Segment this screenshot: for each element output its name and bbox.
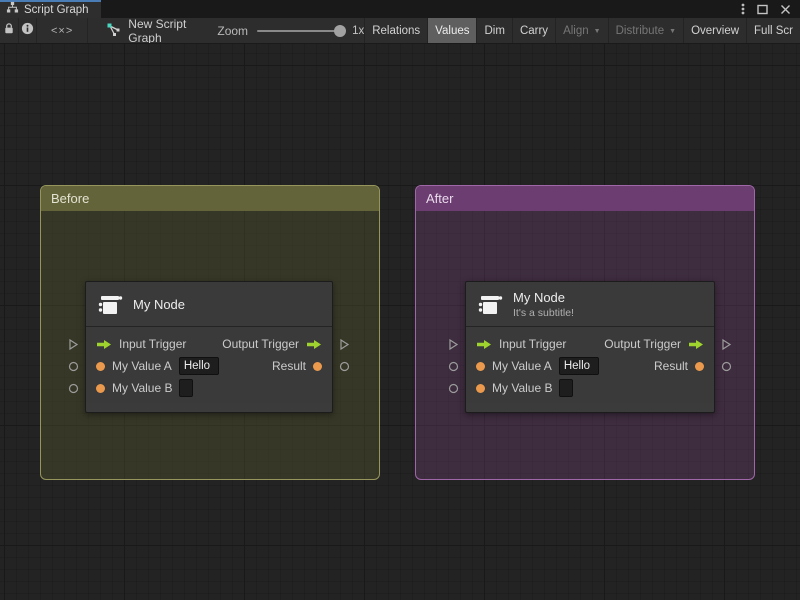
output-trigger-label: Output Trigger — [222, 337, 299, 351]
value-a-label: My Value A — [112, 359, 172, 373]
output-trigger-label: Output Trigger — [604, 337, 681, 351]
result-port-icon[interactable] — [695, 361, 704, 371]
flow-in-connector[interactable] — [448, 338, 459, 351]
flow-out-connector[interactable] — [339, 338, 350, 351]
group-after-label: After — [426, 191, 454, 206]
node-title: My Node — [133, 296, 186, 312]
flow-out-port-icon[interactable] — [306, 339, 322, 350]
node-footer — [466, 403, 714, 412]
tab-title: Script Graph — [24, 4, 89, 16]
value-a-input[interactable] — [558, 357, 599, 375]
node-box[interactable]: My Node Input Trigger Output Trigger My … — [85, 281, 333, 413]
graph-canvas[interactable]: Before After My Node Input Trigger Outpu… — [0, 44, 800, 600]
relations-button[interactable]: Relations — [364, 18, 427, 43]
zoom-control: Zoom 1x — [217, 18, 364, 43]
result-label: Result — [653, 359, 688, 373]
graph-toolbar: <×> New Script Graph Zoom 1x Relations V… — [0, 18, 800, 44]
zoom-slider-handle[interactable] — [334, 24, 347, 37]
lock-button[interactable] — [0, 18, 19, 43]
node-header[interactable]: My Node It's a subtitle! — [466, 282, 714, 327]
new-script-graph-label: New Script Graph — [128, 18, 187, 44]
port-row-value-a: My Value A Result — [476, 355, 704, 377]
port-row-trigger: Input Trigger Output Trigger — [476, 333, 704, 355]
node-my-node-before: My Node Input Trigger Output Trigger My … — [68, 281, 350, 413]
values-button[interactable]: Values — [427, 18, 477, 43]
overview-button[interactable]: Overview — [683, 18, 746, 43]
group-after-header[interactable]: After — [416, 186, 754, 211]
unit-icon — [476, 291, 503, 318]
align-dropdown[interactable]: Align ▼ — [555, 18, 608, 43]
value-a-port-icon[interactable] — [476, 361, 485, 371]
value-a-connector[interactable] — [68, 361, 79, 372]
node-subtitle: It's a subtitle! — [513, 306, 574, 319]
flow-in-connector[interactable] — [68, 338, 79, 351]
group-before-label: Before — [51, 191, 90, 206]
port-row-value-a: My Value A Result — [96, 355, 322, 377]
value-b-connector[interactable] — [68, 383, 79, 394]
input-trigger-label: Input Trigger — [119, 337, 187, 351]
node-header[interactable]: My Node — [86, 282, 332, 327]
new-script-graph-button[interactable]: New Script Graph — [96, 18, 201, 43]
code-preview-button[interactable]: <×> — [37, 18, 89, 43]
value-b-input[interactable] — [559, 379, 574, 397]
result-connector[interactable] — [721, 361, 732, 372]
info-button[interactable] — [19, 18, 37, 43]
flow-out-connector[interactable] — [721, 338, 732, 351]
port-row-value-b: My Value B — [476, 377, 704, 399]
value-a-port-icon[interactable] — [96, 361, 105, 371]
graph-hierarchy-icon — [6, 1, 19, 19]
chevron-down-icon: ▼ — [593, 28, 601, 35]
flow-out-port-icon[interactable] — [688, 339, 704, 350]
result-connector[interactable] — [339, 361, 350, 372]
value-b-connector[interactable] — [448, 383, 459, 394]
kebab-menu-icon[interactable] — [741, 3, 745, 15]
lock-icon — [3, 22, 15, 40]
result-port-icon[interactable] — [313, 361, 322, 371]
window-controls — [741, 0, 800, 18]
node-ports: Input Trigger Output Trigger My Value A … — [466, 327, 714, 403]
toolbar-right-group: Relations Values Dim Carry Align ▼ Distr… — [364, 18, 800, 43]
zoom-value: 1x — [352, 24, 365, 37]
flow-in-port-icon[interactable] — [96, 339, 112, 350]
zoom-label: Zoom — [217, 23, 249, 38]
unit-icon — [96, 291, 123, 318]
graph-nodes-icon — [106, 22, 121, 40]
node-title: My Node — [513, 289, 566, 305]
tab-bar: Script Graph — [0, 0, 800, 18]
info-icon — [21, 22, 34, 40]
value-b-label: My Value B — [112, 381, 173, 395]
code-preview-icon: <×> — [51, 24, 74, 37]
input-trigger-label: Input Trigger — [499, 337, 567, 351]
value-b-port-icon[interactable] — [476, 383, 485, 393]
value-a-connector[interactable] — [448, 361, 459, 372]
distribute-dropdown[interactable]: Distribute ▼ — [607, 18, 684, 43]
value-a-input[interactable] — [178, 357, 219, 375]
value-b-label: My Value B — [492, 381, 553, 395]
node-my-node-after: My Node It's a subtitle! Input Trigger O… — [448, 281, 732, 413]
zoom-slider[interactable] — [257, 24, 347, 37]
close-icon[interactable] — [780, 4, 791, 15]
node-footer — [86, 403, 332, 412]
value-b-port-icon[interactable] — [96, 383, 105, 393]
node-ports: Input Trigger Output Trigger My Value A … — [86, 327, 332, 403]
port-row-trigger: Input Trigger Output Trigger — [96, 333, 322, 355]
result-label: Result — [271, 359, 306, 373]
fullscreen-button[interactable]: Full Scr — [746, 18, 800, 43]
port-row-value-b: My Value B — [96, 377, 322, 399]
tab-script-graph[interactable]: Script Graph — [0, 0, 101, 18]
dim-button[interactable]: Dim — [476, 18, 511, 43]
node-box[interactable]: My Node It's a subtitle! Input Trigger O… — [465, 281, 715, 413]
value-a-label: My Value A — [492, 359, 552, 373]
maximize-icon[interactable] — [757, 4, 768, 15]
value-b-input[interactable] — [179, 379, 194, 397]
chevron-down-icon: ▼ — [669, 28, 677, 35]
carry-button[interactable]: Carry — [511, 18, 555, 43]
script-graph-window: Script Graph <×> New Script Graph Zoom 1… — [0, 0, 800, 600]
flow-in-port-icon[interactable] — [476, 339, 492, 350]
group-before-header[interactable]: Before — [41, 186, 379, 211]
